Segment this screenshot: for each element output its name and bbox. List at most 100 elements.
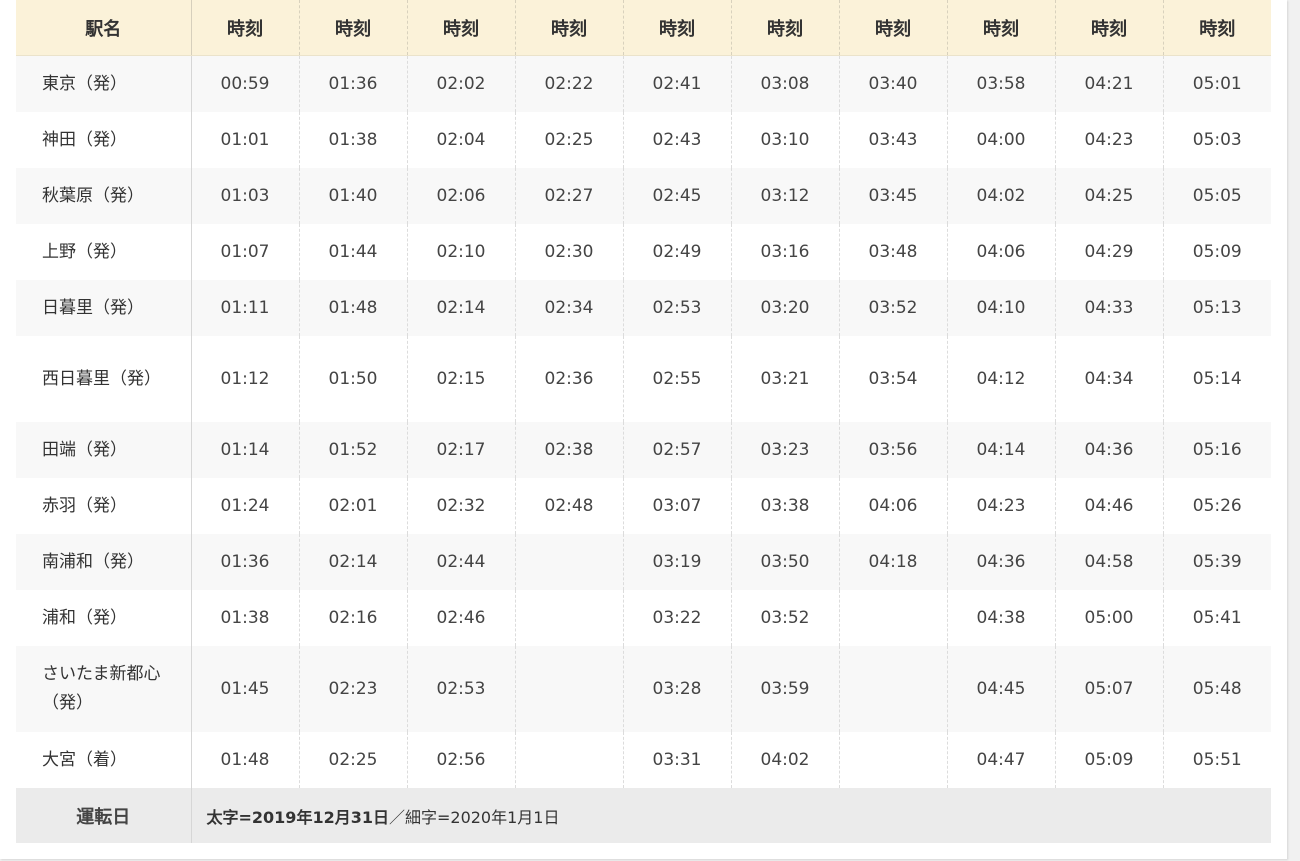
time-cell: 03:31: [622, 732, 731, 788]
time-column-header: 時刻: [622, 0, 731, 56]
time-cell: [514, 590, 623, 646]
timetable-page: 駅名 時刻 時刻 時刻 時刻 時刻 時刻 時刻 時刻 時刻 時刻 東京（発） 00…: [0, 0, 1287, 859]
time-column-header: 時刻: [514, 0, 623, 56]
station-name: 東京（発）: [16, 55, 192, 112]
time-cell: 02:04: [406, 112, 515, 168]
time-cell: 05:14: [1162, 336, 1271, 422]
time-cell: 01:07: [190, 224, 299, 280]
time-cell: 05:00: [1054, 590, 1163, 646]
time-cell: 04:36: [946, 534, 1055, 590]
time-cell: 03:20: [730, 280, 839, 336]
time-cell: 02:46: [406, 590, 515, 646]
time-cell: 05:09: [1162, 224, 1271, 280]
time-cell: 05:05: [1162, 168, 1271, 224]
time-cell: 04:23: [946, 478, 1055, 534]
time-cell: 02:23: [298, 646, 407, 732]
time-cell: 04:34: [1054, 336, 1163, 422]
time-cell: 02:25: [298, 732, 407, 788]
table-row: 神田（発） 01:01 01:38 02:04 02:25 02:43 03:10 03:43…: [16, 112, 1271, 168]
time-cell: 04:12: [946, 336, 1055, 422]
time-cell: 03:19: [622, 534, 731, 590]
time-cell: 04:47: [946, 732, 1055, 788]
operation-day-note: 太字=2019年12月31日／細字=2020年1月1日: [191, 788, 1271, 843]
time-cell: 04:33: [1054, 280, 1163, 336]
time-cell: 01:45: [190, 646, 299, 732]
station-column-header: 駅名: [16, 0, 192, 56]
time-cell: 04:23: [1054, 112, 1163, 168]
time-cell: [514, 534, 623, 590]
time-cell: 04:18: [838, 534, 947, 590]
operation-day-bold-note: 太字=2019年12月31日: [206, 807, 389, 827]
time-cell: 02:38: [514, 422, 623, 478]
station-name: 浦和（発）: [16, 590, 192, 646]
time-cell: 05:09: [1054, 732, 1163, 788]
time-cell: 01:03: [190, 168, 299, 224]
time-cell: 04:25: [1054, 168, 1163, 224]
time-cell: 02:16: [298, 590, 407, 646]
time-cell: 02:56: [406, 732, 515, 788]
time-column-header: 時刻: [730, 0, 839, 56]
time-cell: 03:56: [838, 422, 947, 478]
time-cell: 02:10: [406, 224, 515, 280]
time-cell: 03:10: [730, 112, 839, 168]
time-cell: [838, 732, 947, 788]
time-cell: 02:32: [406, 478, 515, 534]
time-cell: 03:28: [622, 646, 731, 732]
table-row: 秋葉原（発） 01:03 01:40 02:06 02:27 02:45 03:12 03:4…: [16, 168, 1271, 224]
time-cell: 02:22: [514, 55, 623, 112]
header-row: 駅名 時刻 時刻 時刻 時刻 時刻 時刻 時刻 時刻 時刻 時刻: [16, 0, 1271, 56]
time-cell: 04:38: [946, 590, 1055, 646]
station-name: 上野（発）: [16, 224, 192, 280]
time-cell: 02:45: [622, 168, 731, 224]
station-name: 南浦和（発）: [16, 534, 192, 590]
time-cell: 03:43: [838, 112, 947, 168]
time-cell: 01:24: [190, 478, 299, 534]
time-cell: 04:06: [946, 224, 1055, 280]
time-cell: 02:41: [622, 55, 731, 112]
time-cell: 02:17: [406, 422, 515, 478]
station-name: 西日暮里（発）: [16, 336, 192, 422]
time-cell: 05:16: [1162, 422, 1271, 478]
time-cell: 03:52: [838, 280, 947, 336]
time-cell: 03:48: [838, 224, 947, 280]
timetable: 駅名 時刻 時刻 時刻 時刻 時刻 時刻 時刻 時刻 時刻 時刻 東京（発） 00…: [16, 0, 1271, 843]
time-cell: 04:02: [730, 732, 839, 788]
time-cell: 02:55: [622, 336, 731, 422]
time-cell: 05:26: [1162, 478, 1271, 534]
time-column-header: 時刻: [406, 0, 515, 56]
time-cell: 04:29: [1054, 224, 1163, 280]
station-name: 日暮里（発）: [16, 280, 192, 336]
time-cell: 01:36: [298, 55, 407, 112]
time-cell: 04:02: [946, 168, 1055, 224]
time-cell: 02:14: [406, 280, 515, 336]
time-cell: 02:53: [406, 646, 515, 732]
time-column-header: 時刻: [1054, 0, 1163, 56]
time-cell: 05:07: [1054, 646, 1163, 732]
time-cell: 05:03: [1162, 112, 1271, 168]
time-cell: 01:40: [298, 168, 407, 224]
time-cell: 02:15: [406, 336, 515, 422]
operation-day-label: 運転日: [16, 788, 192, 843]
time-cell: 05:51: [1162, 732, 1271, 788]
table-row: 日暮里（発） 01:11 01:48 02:14 02:34 02:53 03:20 03:5…: [16, 280, 1271, 336]
time-cell: 01:44: [298, 224, 407, 280]
time-cell: 01:48: [298, 280, 407, 336]
time-cell: 02:48: [514, 478, 623, 534]
time-cell: 01:12: [190, 336, 299, 422]
table-row: 南浦和（発） 01:36 02:14 02:44 03:19 03:50 04:18 04:3…: [16, 534, 1271, 590]
time-cell: 02:57: [622, 422, 731, 478]
time-cell: 05:41: [1162, 590, 1271, 646]
time-cell: 01:36: [190, 534, 299, 590]
time-cell: 02:27: [514, 168, 623, 224]
time-cell: 02:53: [622, 280, 731, 336]
time-cell: 04:14: [946, 422, 1055, 478]
time-cell: 01:52: [298, 422, 407, 478]
time-cell: 02:44: [406, 534, 515, 590]
station-name: 大宮（着）: [16, 732, 192, 788]
time-cell: 03:16: [730, 224, 839, 280]
table-row: 浦和（発） 01:38 02:16 02:46 03:22 03:52 04:38 05:00…: [16, 590, 1271, 646]
time-cell: 03:38: [730, 478, 839, 534]
time-column-header: 時刻: [838, 0, 947, 56]
time-cell: 03:12: [730, 168, 839, 224]
time-column-header: 時刻: [190, 0, 299, 56]
